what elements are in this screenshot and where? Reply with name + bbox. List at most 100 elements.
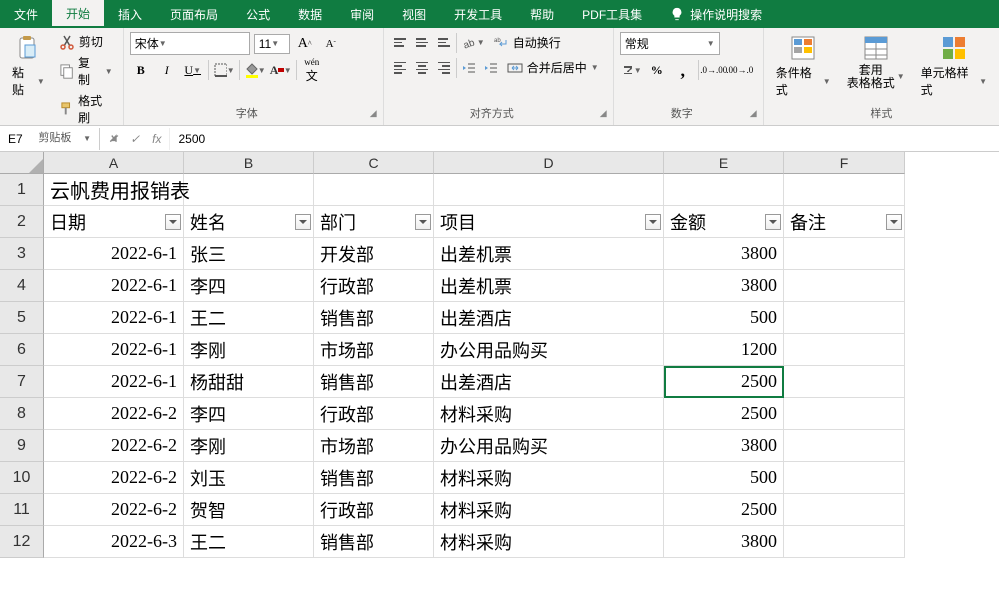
cell-C3[interactable]: 开发部 — [314, 238, 434, 270]
row-header-5[interactable]: 5 — [0, 302, 44, 334]
cell-D4[interactable]: 出差机票 — [434, 270, 664, 302]
decrease-indent-button[interactable] — [459, 59, 479, 77]
cell-A12[interactable]: 2022-6-3 — [44, 526, 184, 558]
cell-A7[interactable]: 2022-6-1 — [44, 366, 184, 398]
menu-formulas[interactable]: 公式 — [232, 0, 284, 28]
row-header-9[interactable]: 9 — [0, 430, 44, 462]
cell-C12[interactable]: 销售部 — [314, 526, 434, 558]
cell-E9[interactable]: 3800 — [664, 430, 784, 462]
row-header-10[interactable]: 10 — [0, 462, 44, 494]
formula-input[interactable]: 2500 — [169, 128, 999, 150]
fill-color-button[interactable]: ▼ — [244, 59, 266, 81]
increase-decimal-button[interactable]: .0→.00 — [703, 59, 725, 81]
cell-B4[interactable]: 李四 — [184, 270, 314, 302]
cell-A4[interactable]: 2022-6-1 — [44, 270, 184, 302]
cell-A1[interactable]: 云帆费用报销表 — [44, 174, 184, 206]
align-top-button[interactable] — [390, 34, 410, 52]
cell-B9[interactable]: 李刚 — [184, 430, 314, 462]
cell-F7[interactable] — [784, 366, 905, 398]
cell-C1[interactable] — [314, 174, 434, 206]
cell-A2[interactable]: 日期 — [44, 206, 184, 238]
enter-formula-button[interactable]: ✓ — [130, 132, 140, 146]
cell-C5[interactable]: 销售部 — [314, 302, 434, 334]
copy-button[interactable]: 复制▼ — [55, 53, 117, 89]
menu-data[interactable]: 数据 — [284, 0, 336, 28]
cell-C6[interactable]: 市场部 — [314, 334, 434, 366]
fx-button[interactable]: fx — [152, 132, 161, 146]
cell-C11[interactable]: 行政部 — [314, 494, 434, 526]
merge-center-button[interactable]: 合并后居中▼ — [503, 57, 603, 78]
underline-button[interactable]: U▼ — [182, 59, 204, 81]
decrease-font-button[interactable]: Aˇ — [320, 33, 342, 55]
col-header-c[interactable]: C — [314, 152, 434, 174]
menu-help[interactable]: 帮助 — [516, 0, 568, 28]
border-button[interactable]: ▼ — [213, 59, 235, 81]
bold-button[interactable]: B — [130, 59, 152, 81]
cell-F6[interactable] — [784, 334, 905, 366]
cell-F11[interactable] — [784, 494, 905, 526]
row-header-1[interactable]: 1 — [0, 174, 44, 206]
cell-styles-button[interactable]: 单元格样式▼ — [915, 32, 993, 100]
menu-view[interactable]: 视图 — [388, 0, 440, 28]
col-header-f[interactable]: F — [784, 152, 905, 174]
cell-D6[interactable]: 办公用品购买 — [434, 334, 664, 366]
cell-E8[interactable]: 2500 — [664, 398, 784, 430]
increase-font-button[interactable]: A^ — [294, 33, 316, 55]
phonetic-guide-button[interactable]: wén文 — [301, 59, 323, 81]
cell-E7[interactable]: 2500 — [664, 366, 784, 398]
format-as-table-button[interactable]: 套用 表格格式▼ — [841, 32, 911, 92]
cell-D11[interactable]: 材料采购 — [434, 494, 664, 526]
cell-D7[interactable]: 出差酒店 — [434, 366, 664, 398]
cell-D2[interactable]: 项目 — [434, 206, 664, 238]
filter-button[interactable] — [165, 214, 181, 230]
row-header-11[interactable]: 11 — [0, 494, 44, 526]
menu-review[interactable]: 审阅 — [336, 0, 388, 28]
cell-E10[interactable]: 500 — [664, 462, 784, 494]
menu-tell-me[interactable]: 操作说明搜索 — [656, 0, 776, 28]
orientation-button[interactable]: ab▼ — [459, 34, 487, 52]
cell-F12[interactable] — [784, 526, 905, 558]
name-box[interactable]: E7▼ — [0, 128, 100, 150]
col-header-b[interactable]: B — [184, 152, 314, 174]
wrap-text-button[interactable]: ab自动换行 — [489, 32, 565, 53]
menu-developer[interactable]: 开发工具 — [440, 0, 516, 28]
align-bottom-button[interactable] — [434, 34, 454, 52]
cell-C4[interactable]: 行政部 — [314, 270, 434, 302]
cell-F4[interactable] — [784, 270, 905, 302]
menu-pdf-tools[interactable]: PDF工具集 — [568, 0, 656, 28]
cell-E6[interactable]: 1200 — [664, 334, 784, 366]
percent-button[interactable]: % — [646, 59, 668, 81]
cell-E4[interactable]: 3800 — [664, 270, 784, 302]
font-name-combo[interactable]: 宋体▼ — [130, 32, 250, 55]
row-header-8[interactable]: 8 — [0, 398, 44, 430]
cell-D9[interactable]: 办公用品购买 — [434, 430, 664, 462]
font-dialog-launcher[interactable]: ◢ — [370, 108, 377, 119]
cell-E12[interactable]: 3800 — [664, 526, 784, 558]
cell-D1[interactable] — [434, 174, 664, 206]
filter-button[interactable] — [645, 214, 661, 230]
cell-B3[interactable]: 张三 — [184, 238, 314, 270]
cell-B5[interactable]: 王二 — [184, 302, 314, 334]
filter-button[interactable] — [765, 214, 781, 230]
menu-page-layout[interactable]: 页面布局 — [156, 0, 232, 28]
conditional-formatting-button[interactable]: 条件格式▼ — [770, 32, 837, 100]
filter-button[interactable] — [415, 214, 431, 230]
cell-B12[interactable]: 王二 — [184, 526, 314, 558]
cell-B10[interactable]: 刘玉 — [184, 462, 314, 494]
cell-A9[interactable]: 2022-6-2 — [44, 430, 184, 462]
cancel-formula-button[interactable]: ✕ — [108, 132, 118, 146]
cell-C8[interactable]: 行政部 — [314, 398, 434, 430]
cell-B6[interactable]: 李刚 — [184, 334, 314, 366]
cell-A8[interactable]: 2022-6-2 — [44, 398, 184, 430]
cell-A11[interactable]: 2022-6-2 — [44, 494, 184, 526]
cell-C9[interactable]: 市场部 — [314, 430, 434, 462]
font-size-combo[interactable]: 11▼ — [254, 34, 290, 54]
decrease-decimal-button[interactable]: .00→.0 — [729, 59, 751, 81]
cell-F2[interactable]: 备注 — [784, 206, 905, 238]
cell-A6[interactable]: 2022-6-1 — [44, 334, 184, 366]
align-center-button[interactable] — [412, 59, 432, 77]
cell-F5[interactable] — [784, 302, 905, 334]
col-header-e[interactable]: E — [664, 152, 784, 174]
cell-D8[interactable]: 材料采购 — [434, 398, 664, 430]
cell-C7[interactable]: 销售部 — [314, 366, 434, 398]
